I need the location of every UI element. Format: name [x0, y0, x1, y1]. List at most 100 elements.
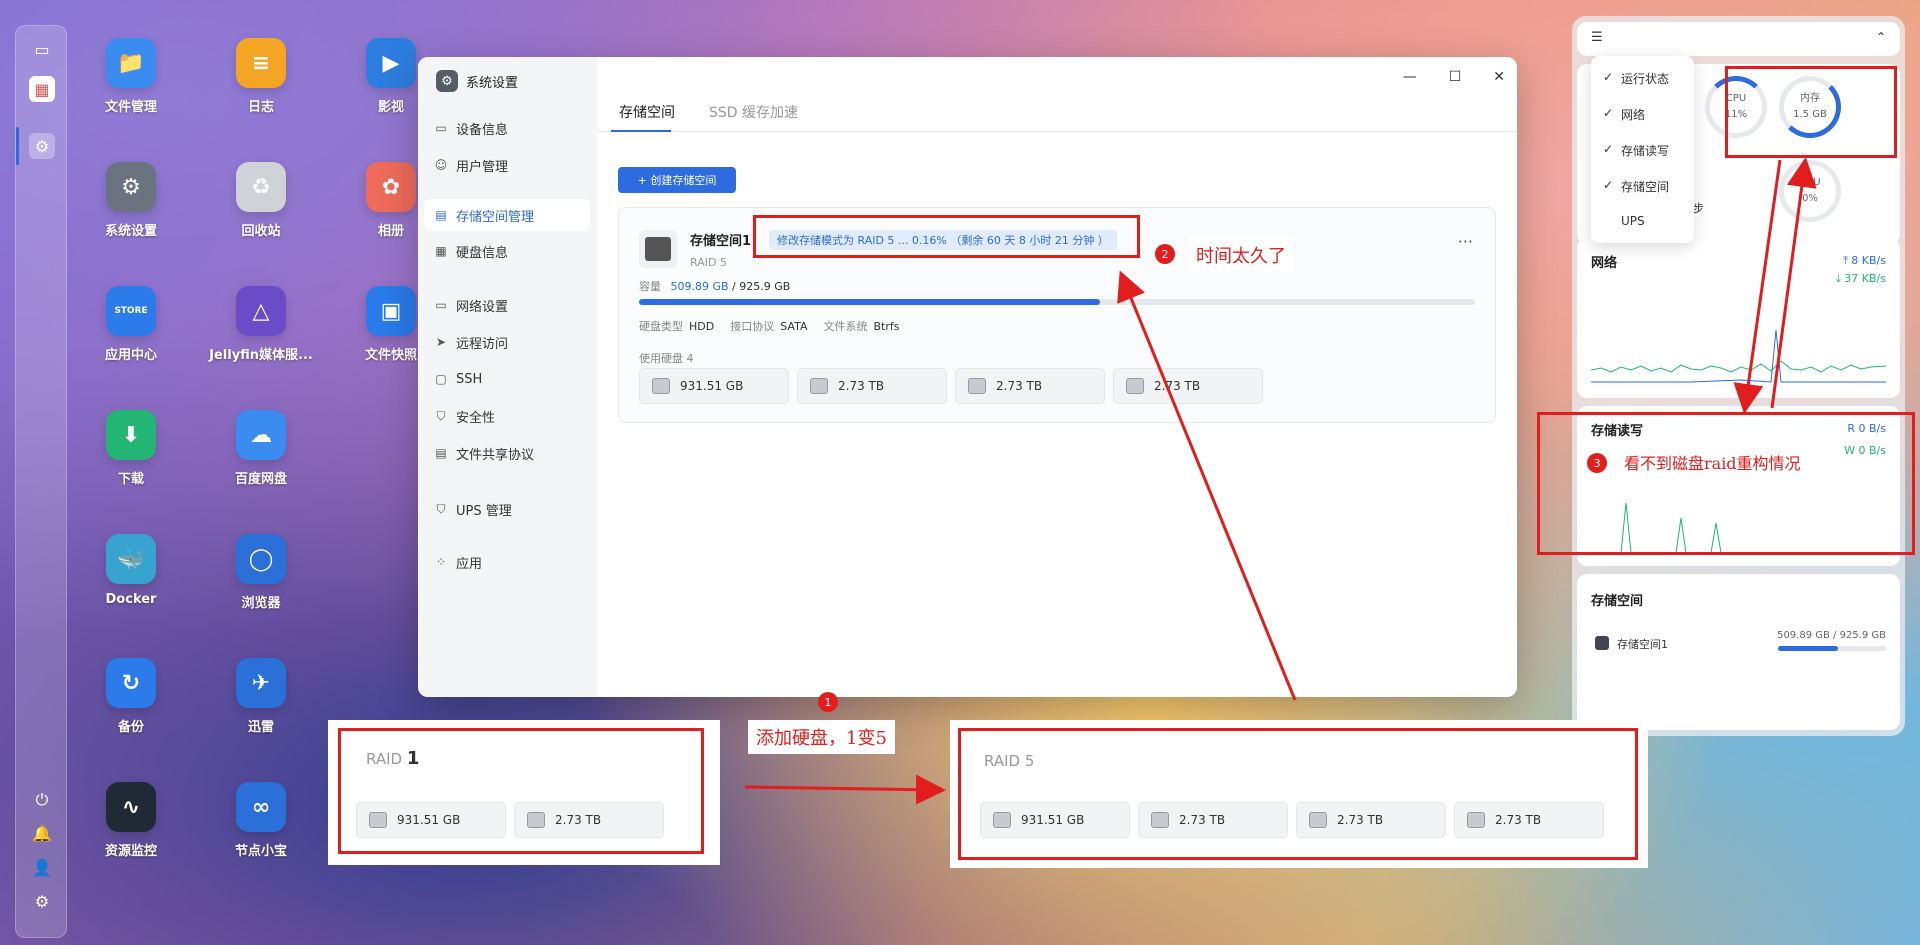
- nas-storage-icon: [639, 230, 677, 268]
- nav-item[interactable]: ▤ 存储空间管理: [424, 199, 590, 231]
- app-label: 系统设置: [104, 224, 157, 239]
- disk-size: 2.73 TB: [838, 379, 885, 393]
- app-icon: 🐳: [106, 534, 156, 584]
- nav-item[interactable]: ▭ 设备信息: [424, 112, 590, 144]
- app-icon: ♻: [236, 162, 286, 212]
- check-icon: [1603, 214, 1613, 228]
- nav-item[interactable]: ▭ 网络设置: [424, 289, 590, 321]
- desktop-app-icon[interactable]: ◯ 浏览器: [196, 534, 326, 611]
- widget-header: ☰ ⌃: [1577, 22, 1900, 56]
- user-icon[interactable]: 👤: [29, 854, 55, 880]
- nav-item[interactable]: ➤ 远程访问: [424, 326, 590, 358]
- desktop-app-icon[interactable]: ∞ 节点小宝: [196, 782, 326, 859]
- nav-label: 应用: [456, 556, 483, 572]
- storage-cube-icon: [1595, 636, 1609, 650]
- raid1-disk: 931.51 GB: [356, 802, 506, 838]
- nav-item[interactable]: ☺ 用户管理: [424, 149, 590, 181]
- desktop-app-icon[interactable]: ∿ 资源监控: [66, 782, 196, 859]
- ssh-icon: ▢: [435, 372, 447, 386]
- minimize-icon[interactable]: —: [1403, 69, 1417, 85]
- nav-label: 存储空间管理: [456, 209, 535, 225]
- storage-widget-name: 存储空间1: [1617, 638, 1668, 651]
- dropdown-label: 存储读写: [1621, 144, 1670, 158]
- filter-settings-icon[interactable]: ☰: [1591, 30, 1603, 45]
- desktop-app-icon[interactable]: △ Jellyfin媒体服...: [196, 286, 326, 363]
- widget-filter-dropdown: ✓ 运行状态 ✓ 网络 ✓ 存储读写 ✓ 存储空间 UPS: [1591, 56, 1694, 243]
- capacity-line: 容量 509.89 GB / 925.9 GB: [639, 278, 790, 294]
- desktop-app-icon[interactable]: ↻ 备份: [66, 658, 196, 735]
- window-title-text: 系统设置: [466, 75, 519, 91]
- raid5-disk: 2.73 TB: [1454, 802, 1604, 838]
- tab-underline: [611, 130, 671, 132]
- settings-icon[interactable]: ⚙: [29, 888, 55, 914]
- nav-item[interactable]: ⛉ UPS 管理: [424, 493, 590, 525]
- dropdown-item[interactable]: ✓ 存储读写: [1603, 142, 1669, 159]
- raid1-disk-size: 2.73 TB: [555, 813, 602, 827]
- hdd-icon: [1126, 378, 1144, 394]
- annotation-text-1: 添加硬盘，1变5: [748, 720, 895, 754]
- close-icon[interactable]: ✕: [1493, 69, 1505, 85]
- disk-chip[interactable]: 2.73 TB: [1113, 368, 1263, 404]
- raid1-number: 1: [406, 748, 420, 769]
- dropdown-item[interactable]: ✓ 存储空间: [1603, 178, 1669, 195]
- hdd-icon: [527, 812, 545, 828]
- desktop-app-icon[interactable]: ☁ 百度网盘: [196, 410, 326, 487]
- nav-label: 硬盘信息: [456, 245, 509, 261]
- app-icon: ✿: [366, 162, 416, 212]
- nav-item[interactable]: ▤ 文件共享协议: [424, 437, 590, 469]
- app-label: 浏览器: [241, 596, 281, 611]
- nav-label: 文件共享协议: [456, 447, 535, 463]
- settings-gear-icon[interactable]: ⚙: [29, 133, 55, 159]
- disk-type-label: 硬盘类型: [639, 320, 683, 333]
- desktop-app-icon[interactable]: 📁 文件管理: [66, 38, 196, 115]
- disk-chip[interactable]: 2.73 TB: [797, 368, 947, 404]
- app-icon: ⬇: [106, 410, 156, 460]
- network-title: 网络: [1591, 256, 1618, 271]
- monitor-icon[interactable]: ▭: [29, 36, 55, 62]
- storage-icon: ▤: [435, 208, 447, 222]
- power-icon[interactable]: ⏻: [29, 787, 55, 813]
- tab-storage[interactable]: 存储空间: [619, 102, 675, 122]
- dropdown-item[interactable]: ✓ 运行状态: [1603, 70, 1669, 87]
- desktop-app-icon[interactable]: ⬇ 下载: [66, 410, 196, 487]
- nav-label: 用户管理: [456, 159, 509, 175]
- tab-ssd-cache[interactable]: SSD 缓存加速: [709, 102, 798, 122]
- collapse-icon[interactable]: ⌃: [1876, 30, 1886, 44]
- desktop-app-icon[interactable]: ✈ 迅雷: [196, 658, 326, 735]
- app-label: 下载: [117, 472, 144, 487]
- desktop-app-icon[interactable]: STORE 应用中心: [66, 286, 196, 363]
- status-redbox: [753, 215, 1140, 258]
- dropdown-item[interactable]: ✓ 网络: [1603, 106, 1645, 123]
- desktop-app-icon[interactable]: ≡ 日志: [196, 38, 326, 115]
- app-icon: △: [236, 286, 286, 336]
- nav-item[interactable]: ▦ 硬盘信息: [424, 235, 590, 267]
- user-icon: ☺: [434, 158, 448, 172]
- more-icon[interactable]: ···: [1458, 232, 1473, 251]
- nav-item[interactable]: ⁘ 应用: [424, 546, 590, 578]
- app-label: 日志: [247, 100, 274, 115]
- desktop-app-icon[interactable]: ♻ 回收站: [196, 162, 326, 239]
- disk-size: 931.51 GB: [680, 379, 744, 393]
- disk-size: 2.73 TB: [996, 379, 1043, 393]
- nav-label: 远程访问: [456, 336, 509, 352]
- raid5-disk: 2.73 TB: [1296, 802, 1446, 838]
- annotation-text-2: 时间太久了: [1188, 238, 1294, 272]
- maximize-icon[interactable]: ☐: [1449, 69, 1462, 85]
- desktop-app-icon[interactable]: 🐳 Docker: [66, 534, 196, 607]
- file-share-icon: ▤: [435, 446, 447, 460]
- storage-widget-title: 存储空间: [1591, 594, 1644, 609]
- bell-icon[interactable]: 🔔: [29, 820, 55, 846]
- disk-chip[interactable]: 931.51 GB: [639, 368, 789, 404]
- nav-item[interactable]: ⛉ 安全性: [424, 400, 590, 432]
- app-icon: 📁: [106, 38, 156, 88]
- network-icon: ▭: [435, 298, 447, 312]
- dropdown-item[interactable]: UPS: [1603, 214, 1645, 228]
- app-icon: ◯: [236, 534, 286, 584]
- desktop-app-icon[interactable]: ⚙ 系统设置: [66, 162, 196, 239]
- storage-widget-usage: 509.89 GB / 925.9 GB: [1777, 630, 1886, 641]
- disk-chip[interactable]: 2.73 TB: [955, 368, 1105, 404]
- create-storage-button[interactable]: + 创建存储空间: [618, 167, 736, 193]
- nav-item[interactable]: ▢ SSH: [424, 363, 590, 395]
- app-label: 迅雷: [247, 720, 274, 735]
- app-grid-icon[interactable]: ▦: [29, 76, 55, 102]
